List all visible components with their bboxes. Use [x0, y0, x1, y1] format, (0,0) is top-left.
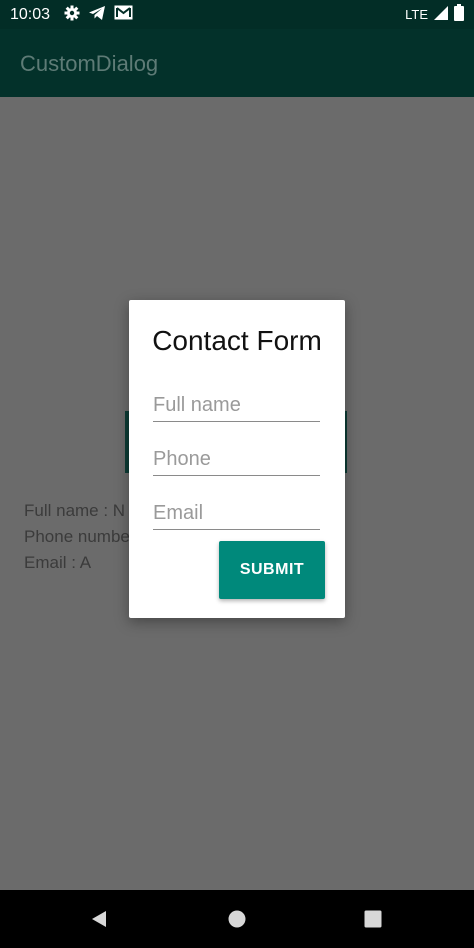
full-name-input[interactable] — [153, 390, 320, 422]
status-bar: 10:03 LTE — [0, 0, 474, 29]
back-icon[interactable] — [89, 909, 109, 929]
network-type: LTE — [405, 7, 428, 22]
system-icons: LTE — [405, 4, 464, 26]
app-bar: CustomDialog — [0, 29, 474, 97]
app-title: CustomDialog — [20, 51, 159, 76]
gmail-icon — [114, 5, 133, 25]
battery-icon — [454, 4, 464, 26]
gear-icon — [64, 5, 80, 26]
notification-icons — [64, 5, 133, 25]
navigation-bar — [0, 890, 474, 948]
result-full-name: Full name : N — [24, 501, 126, 520]
signal-icon — [434, 5, 448, 25]
home-icon[interactable] — [227, 909, 247, 929]
telegram-icon — [88, 5, 106, 26]
email-input[interactable] — [153, 498, 320, 530]
result-phone: Phone numbe — [24, 527, 130, 546]
status-time: 10:03 — [10, 6, 51, 23]
result-email: Email : A — [24, 553, 92, 572]
phone-input[interactable] — [153, 444, 320, 476]
recents-icon[interactable] — [363, 909, 383, 929]
dialog-title: Contact Form — [152, 325, 322, 356]
submit-button[interactable]: SUBMIT — [219, 541, 325, 599]
